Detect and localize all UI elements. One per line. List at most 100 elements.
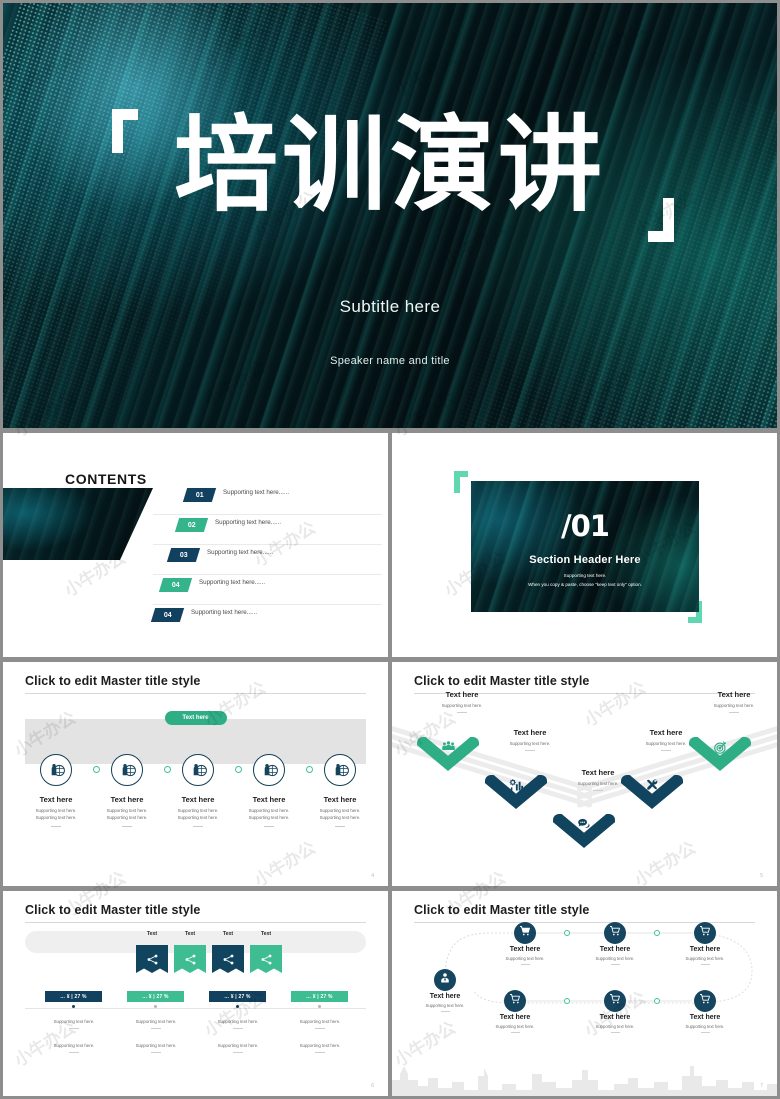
chevron-5[interactable] [689, 737, 751, 771]
page-title: Click to edit Master title style [25, 903, 201, 917]
ribbon-label-4: Text [260, 931, 272, 937]
contents-list: 01 Supporting text here...... 02 Support… [150, 485, 382, 635]
page-title: Click to edit Master title style [414, 674, 590, 688]
step-item-5[interactable]: Text here Supporting text here. Supporti… [304, 754, 376, 827]
loop-connector-dot [654, 998, 660, 1004]
list-item[interactable]: 03 Supporting text here...... [153, 545, 382, 575]
metric-support-1b: Supporting text here. [38, 1043, 110, 1053]
loop-node-4[interactable] [504, 990, 526, 1012]
metric-support-2: Supporting text here. [120, 1019, 192, 1029]
section-title: Section Header Here [529, 554, 641, 566]
step-support-1: Supporting text here. [319, 808, 361, 813]
chevrons-slide: Click to edit Master title style Text he… [392, 662, 777, 886]
step-support-2: Supporting text here. [35, 814, 77, 820]
step-item-4[interactable]: Text here Supporting text here. Supporti… [233, 754, 305, 827]
chevron-label-5: Text here Supporting text here. [686, 690, 777, 713]
slide-number: 4 [371, 873, 374, 879]
ribbon-1[interactable] [136, 945, 168, 973]
steps-slide: Click to edit Master title style Text he… [3, 662, 388, 886]
step-support-1: Supporting text here. [248, 808, 290, 813]
metric-badge-1[interactable]: ... ¥ | 27 % [45, 991, 102, 1002]
metric-badge-2[interactable]: ... ¥ | 27 % [127, 991, 184, 1002]
slide-number: 6 [371, 1083, 374, 1089]
person-globe-icon [40, 754, 72, 786]
metric-support-1: Supporting text here. [38, 1019, 110, 1029]
list-item[interactable]: 01 Supporting text here...... [153, 485, 382, 515]
section-support-line-2: When you copy & paste, choose "keep text… [528, 582, 642, 587]
toc-text-1: Supporting text here...... [223, 489, 290, 496]
ribbon-label-3: Text [222, 931, 234, 937]
ribbon-4[interactable] [250, 945, 282, 973]
network-share-icon [174, 945, 206, 973]
step-heading: Text here [181, 795, 215, 804]
step-heading: Text here [110, 795, 144, 804]
loop-slide: Click to edit Master title style Text he… [392, 891, 777, 1096]
person-globe-icon [324, 754, 356, 786]
loop-node-3[interactable] [694, 922, 716, 944]
toc-badge-4: 04 [158, 578, 193, 592]
page-title: Click to edit Master title style [25, 674, 201, 688]
toc-text-2: Supporting text here...... [215, 519, 282, 526]
tools-icon [645, 778, 660, 798]
section-support-line-1: Supporting text here. [563, 573, 607, 578]
list-item[interactable]: 04 Supporting text here...... [150, 605, 382, 635]
step-heading: Text here [252, 795, 286, 804]
shopping-cart-icon [699, 992, 711, 1010]
step-heading: Text here [323, 795, 357, 804]
loop-node-5[interactable] [604, 990, 626, 1012]
metric-support-3b: Supporting text here. [202, 1043, 274, 1053]
contents-slide: CONTENTS 01 Supporting text here...... 0… [3, 433, 388, 657]
chevron-4[interactable] [621, 775, 683, 809]
start-node-circle[interactable] [434, 969, 456, 991]
toc-badge-1: 01 [182, 488, 217, 502]
ribbon-2[interactable] [174, 945, 206, 973]
toc-badge-5: 04 [150, 608, 185, 622]
shopping-cart-icon [609, 992, 621, 1010]
toc-text-4: Supporting text here...... [199, 579, 266, 586]
slide-number: 5 [760, 873, 763, 879]
chevron-1[interactable] [417, 737, 479, 771]
loop-node-2[interactable] [604, 922, 626, 944]
metric-support-4b: Supporting text here. [284, 1043, 356, 1053]
ribbons-slide: Click to edit Master title style Text Te… [3, 891, 388, 1096]
metric-support-4: Supporting text here. [284, 1019, 356, 1029]
title-divider [25, 922, 366, 923]
city-skyline-decoration [392, 1066, 777, 1096]
cover-slide: 培训演讲 Subtitle here Speaker name and titl… [3, 3, 777, 428]
step-support-2: Supporting text here. [106, 814, 148, 820]
loop-node-label-2: Text here Supporting text here. [573, 946, 657, 965]
cover-speaker: Speaker name and title [330, 355, 450, 367]
loop-connector-dot [564, 930, 570, 936]
toc-text-5: Supporting text here...... [191, 609, 258, 616]
loop-node-label-5: Text here Supporting text here. [573, 1014, 657, 1033]
person-globe-icon [111, 754, 143, 786]
metric-badge-3[interactable]: ... ¥ | 27 % [209, 991, 266, 1002]
step-item-3[interactable]: Text here Supporting text here. Supporti… [162, 754, 234, 827]
chevron-2[interactable] [485, 775, 547, 809]
shopping-cart-icon [609, 924, 621, 942]
loop-node-label-3: Text here Supporting text here. [663, 946, 747, 965]
target-icon [713, 740, 728, 760]
slide-deck-page: 培训演讲 Subtitle here Speaker name and titl… [0, 0, 780, 1099]
list-item[interactable]: 04 Supporting text here...... [153, 575, 382, 605]
contents-heading: CONTENTS [65, 471, 147, 487]
metric-badge-4[interactable]: ... ¥ | 27 % [291, 991, 348, 1002]
loop-node-6[interactable] [694, 990, 716, 1012]
ribbon-label-2: Text [184, 931, 196, 937]
slide-number: 7 [760, 1083, 763, 1089]
toc-badge-3: 03 [166, 548, 201, 562]
loop-node-1[interactable] [514, 922, 536, 944]
step-support-2: Supporting text here. [319, 814, 361, 820]
chevron-label-1: Text here Supporting text here. [414, 690, 510, 713]
chevron-3[interactable] [553, 814, 615, 848]
step-support-1: Supporting text here. [35, 808, 77, 813]
step-item-2[interactable]: Text here Supporting text here. Supporti… [91, 754, 163, 827]
loop-node-label-4: Text here Supporting text here. [473, 1014, 557, 1033]
ribbon-3[interactable] [212, 945, 244, 973]
steps-pill-badge[interactable]: Text here [164, 711, 227, 725]
network-share-icon [212, 945, 244, 973]
step-item-1[interactable]: Text here Supporting text here. Supporti… [20, 754, 92, 827]
chevron-label-2: Text here Supporting text here. [482, 728, 578, 751]
list-item[interactable]: 02 Supporting text here...... [153, 515, 382, 545]
loop-node-label-6: Text here Supporting text here. [663, 1014, 747, 1033]
